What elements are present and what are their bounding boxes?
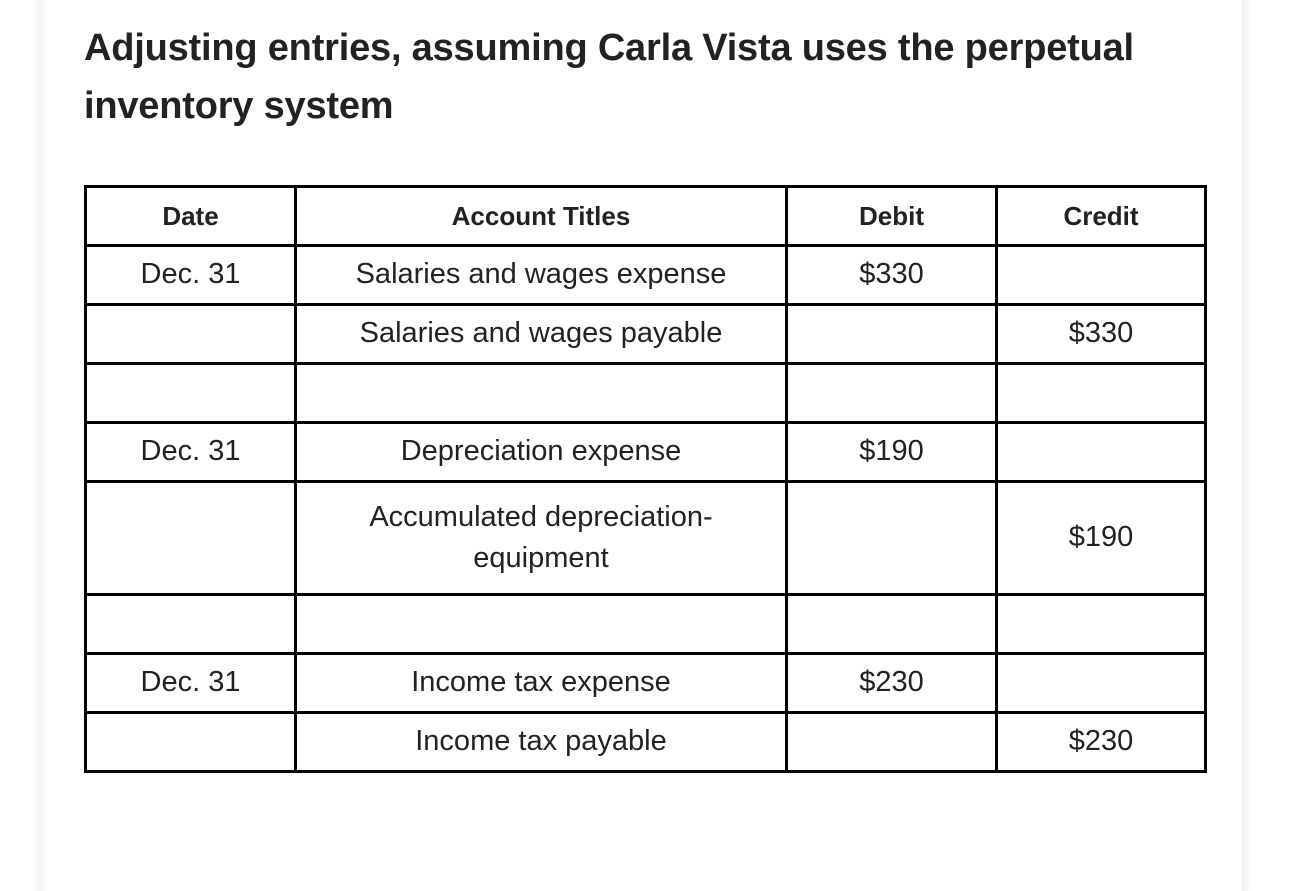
table-row: Dec. 31 Depreciation expense $190 [84,421,1207,483]
table-row [84,362,1207,424]
cell-credit [995,244,1207,306]
cell-credit: $230 [995,711,1207,773]
cell-date [84,711,297,773]
cell-date: Dec. 31 [84,652,297,714]
cell-credit: $190 [995,480,1207,596]
cell-debit: $230 [785,652,998,714]
cell-credit [995,652,1207,714]
cell-account-title: Income tax payable [294,711,788,773]
cell-debit [785,480,998,596]
cell-account-title: Depreciation expense [294,421,788,483]
content-card: Adjusting entries, assuming Carla Vista … [48,0,1242,891]
cell-credit [995,421,1207,483]
table-row: Income tax payable $230 [84,711,1207,773]
page-title-line-1: Adjusting entries, assuming Carla Vista … [84,27,955,69]
page-left-gutter [32,0,48,891]
table-row: Dec. 31 Salaries and wages expense $330 [84,244,1207,306]
cell-account-title: Income tax expense [294,652,788,714]
cell-debit [785,362,998,424]
cell-date [84,593,297,655]
column-header-credit: Credit [995,185,1207,247]
cell-credit [995,362,1207,424]
column-header-debit: Debit [785,185,998,247]
cell-debit [785,711,998,773]
cell-account-title: Salaries and wages payable [294,303,788,365]
table-header-row: Date Account Titles Debit Credit [84,185,1207,247]
cell-debit [785,593,998,655]
cell-credit [995,593,1207,655]
column-header-account-titles: Account Titles [294,185,788,247]
cell-debit: $190 [785,421,998,483]
cell-credit: $330 [995,303,1207,365]
page-title: Adjusting entries, assuming Carla Vista … [84,20,1144,136]
cell-account-title [294,362,788,424]
cell-date: Dec. 31 [84,244,297,306]
cell-date [84,480,297,596]
cell-debit [785,303,998,365]
cell-debit: $330 [785,244,998,306]
table-row: Dec. 31 Income tax expense $230 [84,652,1207,714]
cell-date: Dec. 31 [84,421,297,483]
cell-account-title: Accumulated depreciation-equipment [294,480,788,596]
adjusting-entries-table: Date Account Titles Debit Credit Dec. 31… [84,185,1207,773]
cell-date [84,362,297,424]
column-header-date: Date [84,185,297,247]
cell-date [84,303,297,365]
table-header: Date Account Titles Debit Credit [84,185,1207,247]
table-row [84,593,1207,655]
cell-account-title: Salaries and wages expense [294,244,788,306]
table-row: Salaries and wages payable $330 [84,303,1207,365]
table-body: Dec. 31 Salaries and wages expense $330 Sal… [84,244,1207,773]
page-root: Adjusting entries, assuming Carla Vista … [0,0,1290,891]
cell-account-title [294,593,788,655]
table-row: Accumulated depreciation-equipment $190 [84,480,1207,596]
